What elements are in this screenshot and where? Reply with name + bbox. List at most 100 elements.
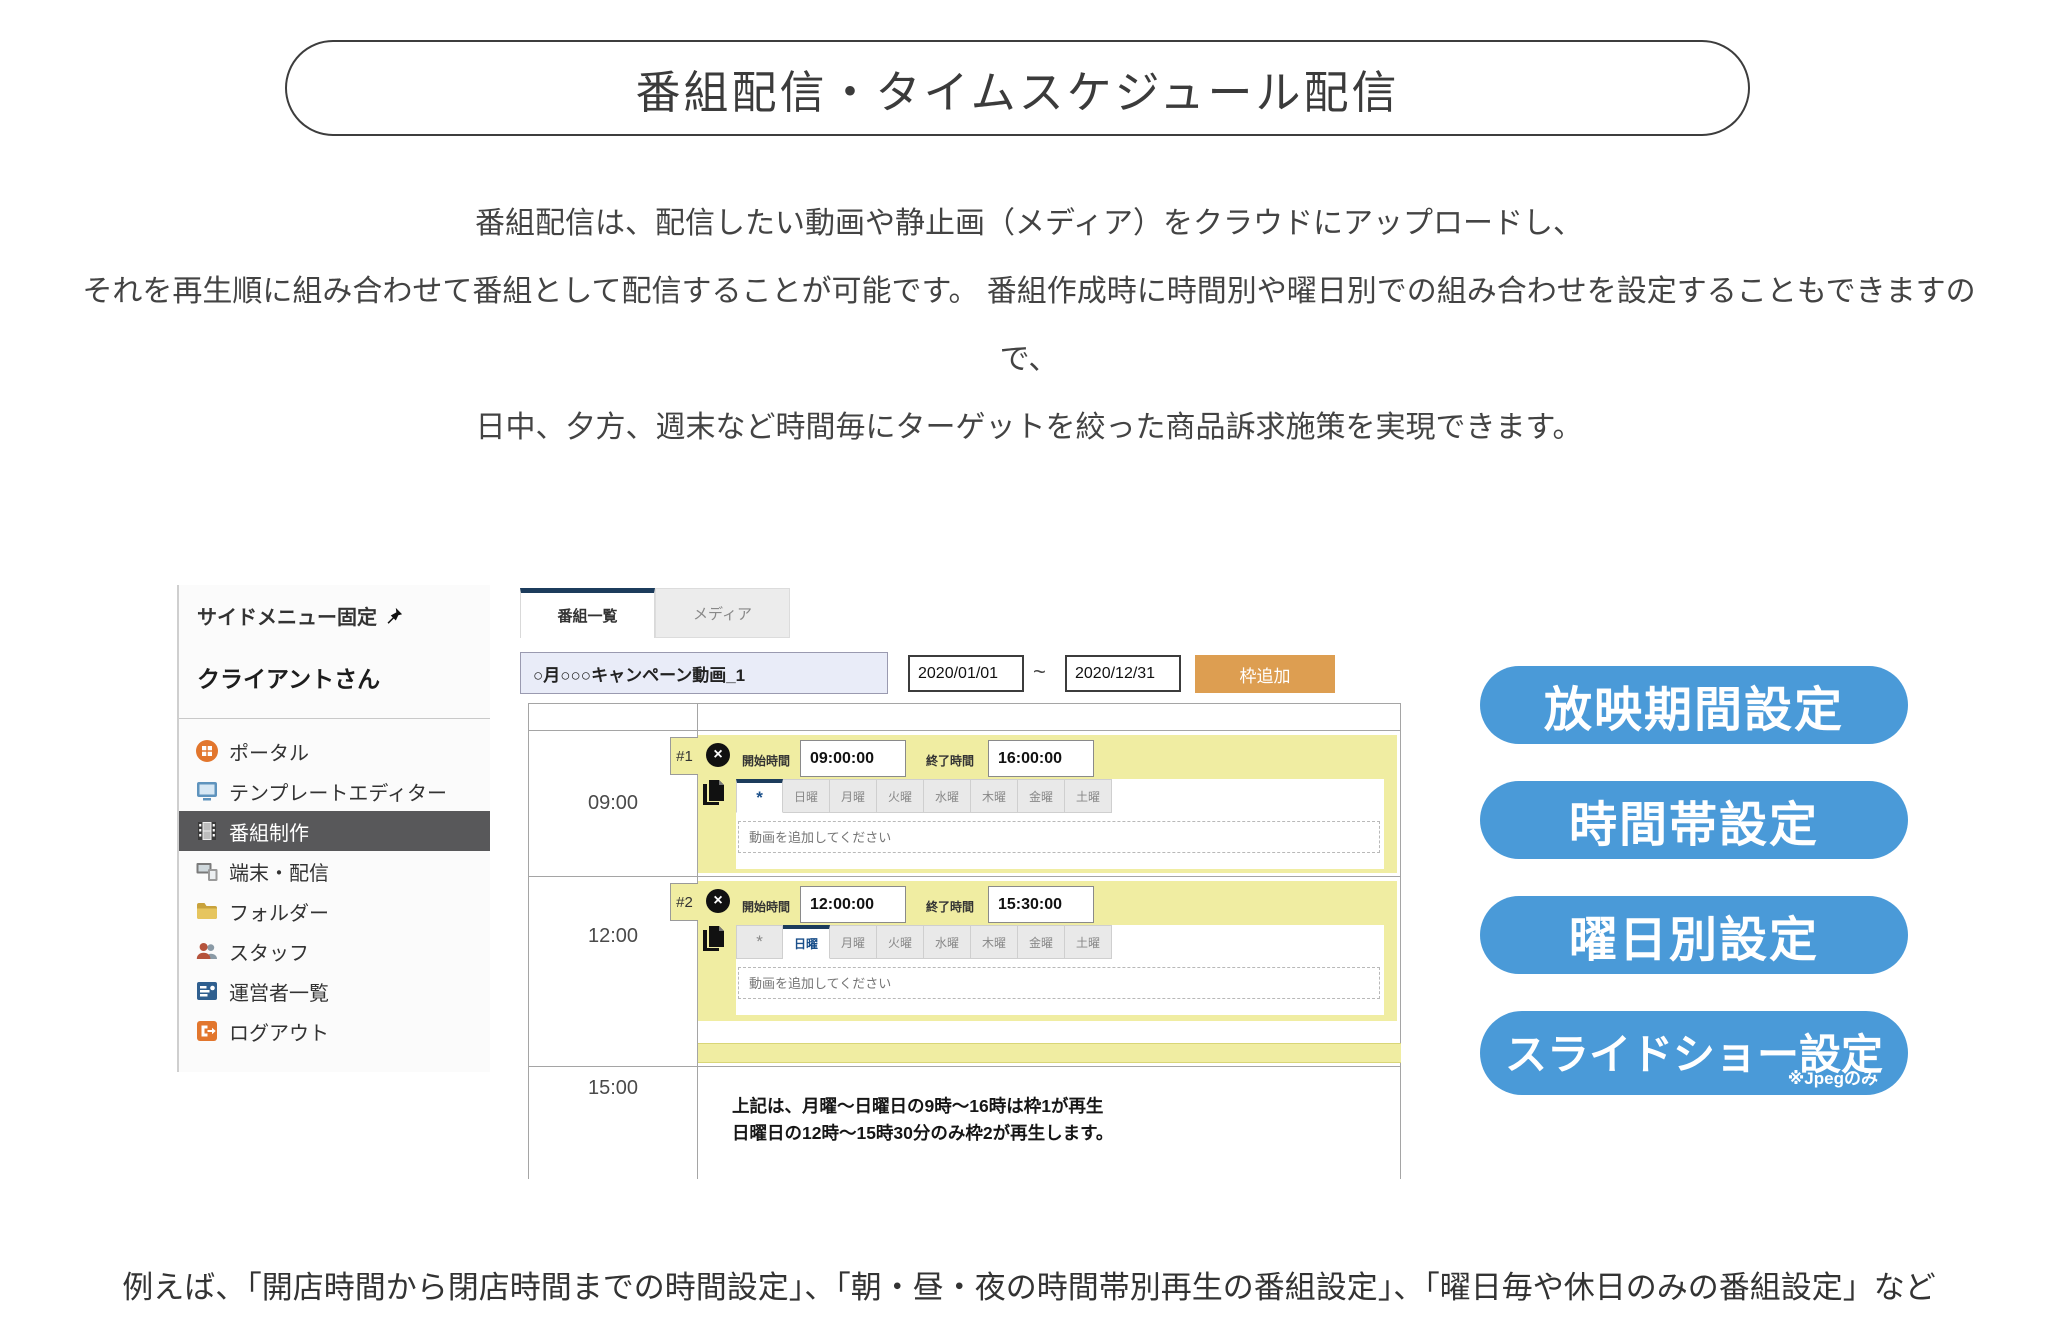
portal-icon xyxy=(195,739,219,763)
sidebar-item-device-delivery[interactable]: 端末・配信 xyxy=(179,851,490,891)
day-tab-wednesday[interactable]: 水曜 xyxy=(924,925,971,959)
feature-badge-slideshow: スライドショー設定 ※Jpegのみ xyxy=(1480,1011,1908,1095)
program-production-icon xyxy=(195,819,219,843)
feature-badge-day-of-week: 曜日別設定 xyxy=(1480,896,1908,974)
day-tab-saturday[interactable]: 土曜 xyxy=(1065,925,1112,959)
sidebar-item-folder[interactable]: フォルダー xyxy=(179,891,490,931)
close-icon[interactable]: × xyxy=(706,889,730,913)
intro-line: それを再生順に組み合わせて番組として配信することが可能です。 番組作成時に時間別… xyxy=(0,258,2058,326)
page: 番組配信・タイムスケジュール配信 番組配信は、配信したい動画や静止画（メディア）… xyxy=(0,0,2058,1342)
day-tab-thursday[interactable]: 木曜 xyxy=(971,925,1018,959)
end-date-input[interactable] xyxy=(1065,655,1181,692)
feature-badges: 放映期間設定 時間帯設定 曜日別設定 スライドショー設定 ※Jpegのみ xyxy=(1480,666,1908,1095)
staff-icon xyxy=(195,939,219,963)
schedule-row-1200: 12:00 #2 × 開始時間 終了時間 xyxy=(529,877,1400,1067)
main-panel: 番組一覧 メディア ~ 枠追加 09:00 #1 × 開始時間 xyxy=(520,585,1405,1185)
page-title: 番組配信・タイムスケジュール配信 xyxy=(285,40,1750,136)
end-time-label: 終了時間 xyxy=(926,898,974,915)
sidebar-item-label: テンプレートエディター xyxy=(229,777,447,806)
note-line: 日曜日の12時〜15時30分のみ枠2が再生します。 xyxy=(732,1120,1113,1147)
time-label: 15:00 xyxy=(529,1067,698,1179)
day-tab-tuesday[interactable]: 火曜 xyxy=(877,779,924,813)
sidebar-pin-header[interactable]: サイドメニュー固定 xyxy=(179,585,490,630)
sidebar-item-template-editor[interactable]: テンプレートエディター xyxy=(179,771,490,811)
sidebar-item-portal[interactable]: ポータル xyxy=(179,731,490,771)
feature-badge-time-slot: 時間帯設定 xyxy=(1480,781,1908,859)
day-tab-wednesday[interactable]: 水曜 xyxy=(924,779,971,813)
tab-bar: 番組一覧 メディア xyxy=(520,588,790,638)
sidebar-item-operator-list[interactable]: 運営者一覧 xyxy=(179,971,490,1011)
sidebar-pin-label: サイドメニュー固定 xyxy=(197,601,377,630)
day-tab-thursday[interactable]: 木曜 xyxy=(971,779,1018,813)
sidebar-item-label: ポータル xyxy=(229,737,309,766)
frame-block-2: #2 × 開始時間 終了時間 * 日曜 月 xyxy=(698,881,1397,1021)
intro-line: で、 xyxy=(0,326,2058,394)
time-column-header xyxy=(529,704,698,730)
end-time-input[interactable] xyxy=(988,886,1094,923)
day-panel: * 日曜 月曜 火曜 水曜 木曜 金曜 土曜 xyxy=(736,779,1384,869)
intro-line: 日中、夕方、週末など時間毎にターゲットを絞った商品訴求施策を実現できます。 xyxy=(0,394,2058,462)
add-video-input[interactable] xyxy=(738,967,1380,999)
date-range-separator: ~ xyxy=(1033,659,1046,685)
schedule-note: 上記は、月曜〜日曜日の9時〜16時は枠1が再生 日曜日の12時〜15時30分のみ… xyxy=(732,1093,1113,1147)
start-time-label: 開始時間 xyxy=(742,898,790,915)
client-name: クライアントさん xyxy=(179,630,490,694)
frame-block-1: #1 × 開始時間 終了時間 * 日曜 月 xyxy=(698,735,1397,873)
copy-icon[interactable] xyxy=(701,779,727,812)
schedule-strip xyxy=(698,1043,1401,1063)
schedule-header-row xyxy=(529,704,1400,731)
sidebar-item-program-production[interactable]: 番組制作 xyxy=(179,811,490,851)
start-time-label: 開始時間 xyxy=(742,752,790,769)
start-date-input[interactable] xyxy=(908,655,1024,692)
day-tab-monday[interactable]: 月曜 xyxy=(830,925,877,959)
close-icon[interactable]: × xyxy=(706,743,730,767)
feature-badge-broadcast-period: 放映期間設定 xyxy=(1480,666,1908,744)
day-tab-monday[interactable]: 月曜 xyxy=(830,779,877,813)
sidebar-item-staff[interactable]: スタッフ xyxy=(179,931,490,971)
operator-list-icon xyxy=(195,979,219,1003)
sidebar-item-label: フォルダー xyxy=(229,897,329,926)
schedule-row-0900: 09:00 #1 × 開始時間 終了時間 xyxy=(529,731,1400,877)
day-tab-saturday[interactable]: 土曜 xyxy=(1065,779,1112,813)
add-video-input[interactable] xyxy=(738,821,1380,853)
sidebar-item-label: 端末・配信 xyxy=(229,857,329,886)
frame-number-tag: #1 xyxy=(670,737,698,775)
frame-number-tag: #2 xyxy=(670,883,698,921)
intro-paragraph: 番組配信は、配信したい動画や静止画（メディア）をクラウドにアップロードし、 それ… xyxy=(0,190,2058,462)
folder-icon xyxy=(195,899,219,923)
intro-line: 番組配信は、配信したい動画や静止画（メディア）をクラウドにアップロードし、 xyxy=(0,190,2058,258)
sidebar-item-label: スタッフ xyxy=(229,937,309,966)
day-tab-friday[interactable]: 金曜 xyxy=(1018,779,1065,813)
feature-badge-note: ※Jpegのみ xyxy=(1788,1064,1878,1089)
sidebar-item-logout[interactable]: ログアウト xyxy=(179,1011,490,1051)
pin-icon xyxy=(385,604,403,628)
logout-icon xyxy=(195,1019,219,1043)
day-tab-tuesday[interactable]: 火曜 xyxy=(877,925,924,959)
day-tab-sunday[interactable]: 日曜 xyxy=(783,925,830,959)
tab-media[interactable]: メディア xyxy=(655,588,790,638)
sidebar-item-label: ログアウト xyxy=(229,1017,329,1046)
device-delivery-icon xyxy=(195,859,219,883)
start-time-input[interactable] xyxy=(800,886,906,923)
tab-program-list[interactable]: 番組一覧 xyxy=(520,588,655,638)
schedule-table: 09:00 #1 × 開始時間 終了時間 xyxy=(528,703,1401,1179)
sidebar-item-label: 運営者一覧 xyxy=(229,977,329,1006)
program-name-input[interactable] xyxy=(520,652,888,694)
day-tab-friday[interactable]: 金曜 xyxy=(1018,925,1065,959)
day-tab-all[interactable]: * xyxy=(736,779,783,813)
day-panel: * 日曜 月曜 火曜 水曜 木曜 金曜 土曜 xyxy=(736,925,1384,1015)
day-tab-sunday[interactable]: 日曜 xyxy=(783,779,830,813)
add-frame-button[interactable]: 枠追加 xyxy=(1195,655,1335,693)
note-line: 上記は、月曜〜日曜日の9時〜16時は枠1が再生 xyxy=(732,1093,1113,1120)
day-tab-bar: * 日曜 月曜 火曜 水曜 木曜 金曜 土曜 xyxy=(736,925,1384,959)
end-time-input[interactable] xyxy=(988,740,1094,777)
sidebar-item-label: 番組制作 xyxy=(229,817,309,846)
content-column-header xyxy=(698,704,1400,730)
footer-example-text: 例えば、「開店時間から閉店時間までの時間設定」、「朝・昼・夜の時間帯別再生の番組… xyxy=(0,1262,2058,1307)
sidebar-divider xyxy=(179,718,490,719)
copy-icon[interactable] xyxy=(701,925,727,958)
template-editor-icon xyxy=(195,779,219,803)
sidebar: サイドメニュー固定 クライアントさん ポータル テンプレートエディター 番組制作 xyxy=(177,585,490,1072)
start-time-input[interactable] xyxy=(800,740,906,777)
day-tab-all[interactable]: * xyxy=(736,925,783,959)
